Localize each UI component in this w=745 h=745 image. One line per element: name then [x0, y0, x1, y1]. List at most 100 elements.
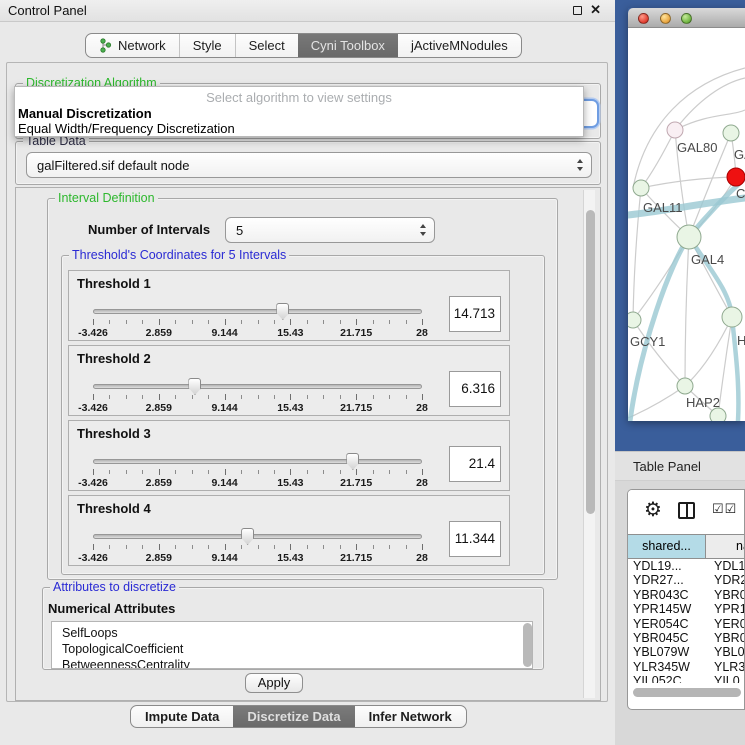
threshold-3-slider[interactable]: -3.4262.8599.14415.4321.71528: [93, 457, 422, 491]
columns-icon[interactable]: [678, 502, 695, 519]
network-edge[interactable]: [633, 188, 641, 320]
network-node[interactable]: [677, 225, 701, 249]
settings-vertical-scrollbar[interactable]: [583, 190, 595, 698]
attribute-list-item[interactable]: SelfLoops: [62, 625, 532, 641]
tab-infer-network[interactable]: Infer Network: [355, 706, 466, 727]
column-header-shared-name[interactable]: shared...: [628, 535, 706, 558]
network-edge[interactable]: [641, 130, 675, 188]
cell-shared-name[interactable]: YBL079W: [628, 645, 706, 659]
minimize-traffic-light-icon[interactable]: [660, 13, 671, 24]
slider-track[interactable]: [93, 534, 422, 539]
cell-shared-name[interactable]: YDR27...: [628, 573, 706, 587]
attribute-list-item[interactable]: TopologicalCoefficient: [62, 641, 532, 657]
network-canvas[interactable]: GAL80GACGAL11GAL4GCY1HHAP2: [628, 28, 745, 421]
cell-shared-name[interactable]: YBR043C: [628, 588, 706, 602]
tab-jactivemnodules[interactable]: jActiveMNodules: [398, 34, 521, 57]
cell-shared-name[interactable]: YPR145W: [628, 602, 706, 616]
table-row[interactable]: YBL079WYBL0: [628, 645, 745, 659]
cell-name[interactable]: YDR2: [706, 573, 745, 587]
close-traffic-light-icon[interactable]: [638, 13, 649, 24]
network-node[interactable]: [677, 378, 693, 394]
slider-handle[interactable]: [188, 378, 201, 395]
table-row[interactable]: YBR043CYBR0: [628, 588, 745, 602]
cell-name[interactable]: YDL1: [706, 559, 745, 573]
close-icon[interactable]: ✕: [590, 2, 601, 18]
table-row[interactable]: YIL052CYIL0: [628, 674, 745, 683]
select-columns-icon[interactable]: ☑☑: [712, 501, 737, 517]
threshold-3-value[interactable]: 21.4: [449, 446, 501, 482]
slider-track[interactable]: [93, 384, 422, 389]
network-view-window[interactable]: GAL80GACGAL11GAL4GCY1HHAP2: [628, 8, 745, 421]
cell-name[interactable]: YPR1: [706, 602, 745, 616]
cell-shared-name[interactable]: YBR045C: [628, 631, 706, 645]
zoom-traffic-light-icon[interactable]: [681, 13, 692, 24]
scrollbar-thumb[interactable]: [633, 688, 741, 697]
network-node[interactable]: [723, 125, 739, 141]
attributes-list-scrollbar[interactable]: [523, 623, 532, 667]
threshold-1-value[interactable]: 14.713: [449, 296, 501, 332]
table-row[interactable]: YBR045CYBR0: [628, 631, 745, 645]
cell-shared-name[interactable]: YER054C: [628, 617, 706, 631]
network-node[interactable]: [722, 307, 742, 327]
cell-shared-name[interactable]: YIL052C: [628, 674, 706, 683]
cell-name[interactable]: YBR0: [706, 588, 745, 602]
cell-name[interactable]: YLR3: [706, 660, 745, 674]
network-node[interactable]: [727, 168, 745, 186]
cell-shared-name[interactable]: YDL19...: [628, 559, 706, 573]
network-edge[interactable]: [641, 177, 736, 188]
column-header-name[interactable]: na: [706, 535, 745, 558]
scrollbar-thumb[interactable]: [586, 210, 595, 514]
network-node[interactable]: [667, 122, 683, 138]
threshold-4-slider[interactable]: -3.4262.8599.14415.4321.71528: [93, 532, 422, 566]
tick-label: 28: [416, 477, 428, 489]
threshold-2-slider[interactable]: -3.4262.8599.14415.4321.71528: [93, 382, 422, 416]
slider-track[interactable]: [93, 459, 422, 464]
table-data-selected: galFiltered.sif default node: [37, 158, 189, 173]
network-node-label: C: [736, 186, 745, 201]
cell-name[interactable]: YBR0: [706, 631, 745, 645]
network-node[interactable]: [628, 312, 641, 328]
network-edge[interactable]: [685, 317, 732, 386]
threshold-2-value[interactable]: 6.316: [449, 371, 501, 407]
cell-name[interactable]: YIL0: [706, 674, 745, 683]
tab-cyni-toolbox[interactable]: Cyni Toolbox: [298, 34, 398, 57]
numerical-attributes-list[interactable]: SelfLoopsTopologicalCoefficientBetweenne…: [51, 621, 533, 669]
slider-handle[interactable]: [346, 453, 359, 470]
tab-network[interactable]: Network: [86, 34, 179, 57]
slider-handle[interactable]: [276, 303, 289, 320]
tab-select[interactable]: Select: [235, 34, 298, 57]
tab-impute-data[interactable]: Impute Data: [131, 706, 233, 727]
cell-name[interactable]: YER0: [706, 617, 745, 631]
cell-name[interactable]: YBL0: [706, 645, 745, 659]
network-node[interactable]: [710, 408, 726, 421]
network-window-titlebar[interactable]: [628, 8, 745, 28]
threshold-1-slider[interactable]: -3.4262.8599.14415.4321.71528: [93, 307, 422, 341]
table-row[interactable]: YDL19...YDL1: [628, 559, 745, 573]
algorithm-option-equal-width[interactable]: Equal Width/Frequency Discretization: [18, 121, 235, 136]
gear-icon[interactable]: ⚙: [644, 497, 662, 522]
tick-label: 28: [416, 402, 428, 414]
table-row[interactable]: YPR145WYPR1: [628, 602, 745, 616]
float-window-icon[interactable]: [573, 6, 582, 15]
table-data-combobox[interactable]: galFiltered.sif default node: [26, 152, 592, 178]
network-edge[interactable]: [685, 237, 689, 386]
threshold-4-value[interactable]: 11.344: [449, 521, 501, 557]
cell-shared-name[interactable]: YLR345W: [628, 660, 706, 674]
apply-button[interactable]: Apply: [245, 673, 303, 693]
network-edge[interactable]: [675, 78, 745, 130]
number-of-intervals-combobox[interactable]: 5: [225, 217, 435, 243]
slider-track[interactable]: [93, 309, 422, 314]
network-edge[interactable]: [633, 320, 685, 386]
tab-discretize-data[interactable]: Discretize Data: [233, 706, 354, 727]
network-node[interactable]: [633, 180, 649, 196]
slider-handle[interactable]: [241, 528, 254, 545]
tab-style[interactable]: Style: [179, 34, 235, 57]
table-row[interactable]: YLR345WYLR3: [628, 660, 745, 674]
table-row[interactable]: YER054CYER0: [628, 617, 745, 631]
attribute-list-item[interactable]: BetweennessCentrality: [62, 657, 532, 669]
table-horizontal-scrollbar[interactable]: [628, 686, 745, 700]
table-row[interactable]: YDR27...YDR2: [628, 573, 745, 587]
tick-label: 9.144: [211, 477, 237, 489]
algorithm-option-manual[interactable]: Manual Discretization: [18, 106, 152, 121]
tick-label: 2.859: [146, 477, 172, 489]
